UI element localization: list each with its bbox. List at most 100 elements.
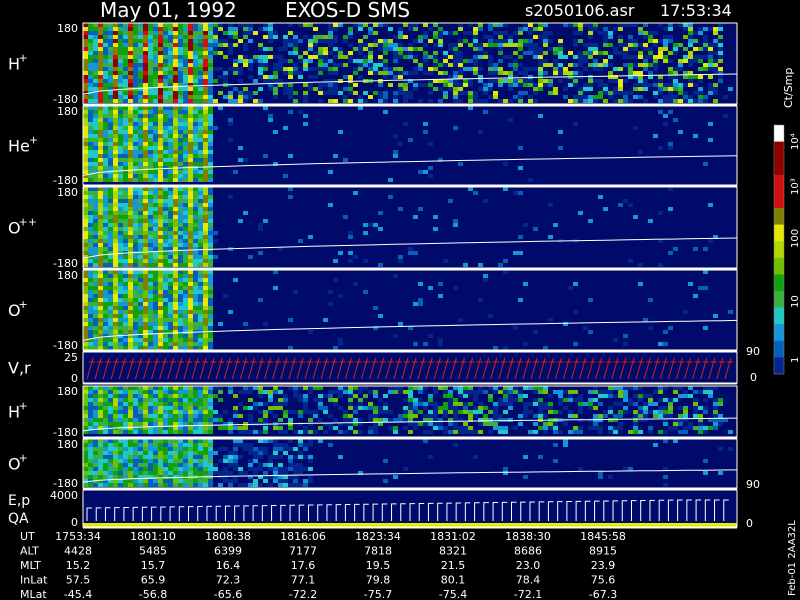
- heat-cell: [633, 95, 638, 99]
- heat-cell: [153, 463, 158, 467]
- heat-cell: [163, 439, 168, 443]
- heat-cell: [158, 187, 163, 191]
- heat-cell: [493, 39, 498, 43]
- heat-cell: [183, 191, 188, 195]
- heat-cell: [233, 451, 238, 455]
- heat-cell: [138, 263, 143, 267]
- heat-cell: [113, 158, 118, 162]
- heat-cell: [143, 263, 148, 267]
- heat-cell: [458, 402, 463, 406]
- heat-cell: [138, 146, 143, 150]
- heat-cell: [158, 67, 163, 71]
- heat-cell: [183, 47, 188, 51]
- heat-cell: [93, 422, 98, 426]
- heat-cell: [493, 31, 498, 35]
- heat-cell: [548, 426, 553, 430]
- heat-cell: [148, 422, 153, 426]
- heat-cell: [123, 298, 128, 302]
- heat-cell: [168, 79, 173, 83]
- heat-cell: [193, 463, 198, 467]
- heat-cell: [613, 414, 618, 418]
- heat-cell: [543, 83, 548, 87]
- heat-cell: [473, 55, 478, 59]
- heat-cell: [613, 99, 618, 103]
- heat-cell: [588, 27, 593, 31]
- heat-cell: [123, 187, 128, 191]
- heat-cell: [148, 443, 153, 447]
- heat-cell: [123, 290, 128, 294]
- heat-cell: [393, 150, 398, 154]
- heat-cell: [263, 106, 268, 110]
- heat-cell: [143, 418, 148, 422]
- heat-cell: [108, 422, 113, 426]
- heat-cell: [313, 55, 318, 59]
- heat-cell: [383, 406, 388, 410]
- heat-cell: [238, 483, 243, 487]
- heat-cell: [163, 126, 168, 130]
- heat-cell: [158, 414, 163, 418]
- heat-cell: [673, 95, 678, 99]
- heat-cell: [238, 79, 243, 83]
- heat-cell: [163, 326, 168, 330]
- heat-cell: [303, 447, 308, 451]
- heat-cell: [158, 290, 163, 294]
- heat-cell: [713, 422, 718, 426]
- heat-cell: [108, 243, 113, 247]
- heat-cell: [83, 443, 88, 447]
- heat-cell: [703, 47, 708, 51]
- heat-cell: [203, 439, 208, 443]
- heat-cell: [88, 346, 93, 350]
- heat-cell: [203, 294, 208, 298]
- heat-cell: [553, 51, 558, 55]
- heat-cell: [193, 47, 198, 51]
- heat-cell: [93, 162, 98, 166]
- heat-cell: [188, 126, 193, 130]
- heat-cell: [183, 430, 188, 434]
- ytick-bottom-label: 0: [71, 372, 78, 385]
- heat-cell: [168, 338, 173, 342]
- heat-cell: [243, 31, 248, 35]
- heat-cell: [358, 390, 363, 394]
- heat-cell: [268, 47, 273, 51]
- heat-cell: [168, 59, 173, 63]
- heat-cell: [398, 83, 403, 87]
- heat-cell: [163, 346, 168, 350]
- heat-cell: [453, 87, 458, 91]
- heat-cell: [188, 418, 193, 422]
- heat-cell: [548, 394, 553, 398]
- heat-cell: [623, 95, 628, 99]
- heat-cell: [113, 447, 118, 451]
- heat-cell: [88, 406, 93, 410]
- heat-cell: [118, 346, 123, 350]
- heat-cell: [468, 91, 473, 95]
- heat-cell: [98, 322, 103, 326]
- heat-cell: [123, 195, 128, 199]
- heat-cell: [208, 138, 213, 142]
- heat-cell: [498, 430, 503, 434]
- heat-cell: [158, 150, 163, 154]
- heat-cell: [178, 318, 183, 322]
- heat-cell: [183, 251, 188, 255]
- heat-cell: [93, 166, 98, 170]
- heat-cell: [488, 410, 493, 414]
- heat-cell: [388, 47, 393, 51]
- heat-cell: [98, 126, 103, 130]
- heat-cell: [133, 39, 138, 43]
- heat-cell: [238, 71, 243, 75]
- heat-cell: [98, 71, 103, 75]
- heat-cell: [508, 35, 513, 39]
- heat-cell: [98, 310, 103, 314]
- heat-cell: [663, 99, 668, 103]
- heat-cell: [153, 471, 158, 475]
- heat-cell: [93, 211, 98, 215]
- heat-cell: [93, 322, 98, 326]
- heat-cell: [188, 459, 193, 463]
- heat-cell: [148, 418, 153, 422]
- heat-cell: [83, 243, 88, 247]
- heat-cell: [148, 75, 153, 79]
- heat-cell: [623, 23, 628, 27]
- heat-cell: [143, 282, 148, 286]
- heat-cell: [98, 79, 103, 83]
- heat-cell: [153, 55, 158, 59]
- heat-cell: [118, 483, 123, 487]
